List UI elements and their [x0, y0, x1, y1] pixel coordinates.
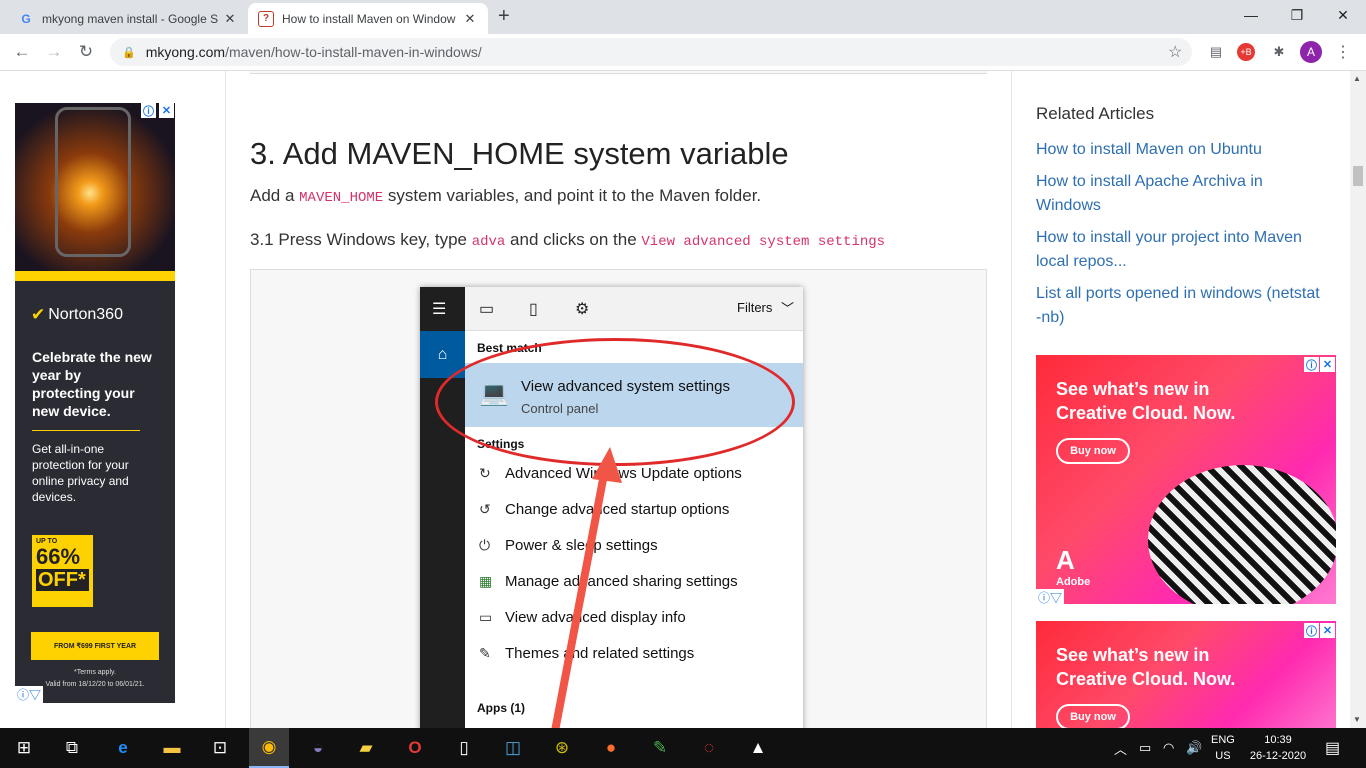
file-explorer-icon[interactable]: ▬	[152, 728, 192, 768]
store-icon[interactable]: ⊡	[200, 728, 240, 768]
clock-time: 10:39	[1264, 734, 1292, 746]
sticky-notes-icon[interactable]: ▰	[346, 728, 386, 768]
app-refresh-icon[interactable]: ◌	[689, 728, 729, 768]
page-content: ⓘ ✕ ✔ Norton360 Celebrate the new year b…	[0, 71, 1350, 728]
task-view-icon[interactable]: ⧉	[52, 728, 92, 768]
maximize-button[interactable]: ❐	[1274, 0, 1320, 30]
forward-button[interactable]: →	[40, 38, 68, 66]
wifi-icon[interactable]: ◠	[1163, 728, 1174, 768]
clock[interactable]: 10:39 26-12-2020	[1246, 732, 1310, 764]
eclipse-icon[interactable]: ◒	[298, 728, 338, 768]
tab-maven-article[interactable]: ? How to install Maven on Window ✕	[248, 3, 488, 34]
content-right-border	[1011, 71, 1012, 728]
minimize-button[interactable]: —	[1228, 0, 1274, 30]
lang-label: ENG	[1211, 734, 1235, 746]
opera-icon[interactable]: O	[395, 728, 435, 768]
notepad-plus-icon[interactable]: ✎	[640, 728, 680, 768]
ad-info-icon[interactable]: ⓘ	[1304, 623, 1319, 638]
profile-avatar[interactable]: A	[1300, 41, 1322, 63]
adchoices-icon[interactable]: ⓘ▽	[1036, 589, 1065, 606]
buy-now-button[interactable]: Buy now	[1056, 704, 1130, 728]
app-orange-icon[interactable]: ●	[591, 728, 631, 768]
ad-artwork-image	[1148, 465, 1336, 604]
app-gear-icon[interactable]: ⊛	[542, 728, 582, 768]
ad-headline: See what’s new in Creative Cloud. Now.	[1056, 645, 1236, 689]
new-tab-button[interactable]: +	[498, 5, 510, 28]
ad-headline: See what’s new in Creative Cloud. Now.	[1056, 379, 1236, 423]
tab-title: mkyong maven install - Google S	[42, 11, 219, 26]
related-link[interactable]: How to install your project into Maven l…	[1036, 226, 1326, 274]
ad-close-icon[interactable]: ✕	[1320, 623, 1335, 638]
close-tab-icon[interactable]: ✕	[222, 11, 238, 27]
volume-icon[interactable]: 🔊	[1186, 728, 1202, 768]
tray-chevron-up-icon[interactable]: ︿	[1114, 728, 1127, 768]
scrollbar-thumb[interactable]	[1353, 166, 1363, 186]
related-link[interactable]: How to install Apache Archiva in Windows	[1036, 170, 1326, 218]
battery-icon[interactable]: ▭	[1139, 728, 1151, 768]
clock-date: 26-12-2020	[1249, 750, 1307, 762]
adobe-ad[interactable]: See what’s new in Creative Cloud. Now. B…	[1036, 621, 1336, 728]
bookmark-star-icon[interactable]: ☆	[1168, 42, 1182, 62]
close-tab-icon[interactable]: ✕	[462, 11, 478, 27]
chrome-icon[interactable]: ◉	[249, 728, 289, 768]
extension-doc-icon[interactable]: ▤	[1205, 41, 1227, 63]
menu-kebab-icon[interactable]: ⋮	[1332, 41, 1354, 63]
extension-red-icon[interactable]: +B	[1237, 43, 1255, 61]
notifications-icon[interactable]: ▤	[1325, 728, 1340, 768]
google-icon: G	[21, 11, 31, 26]
app-bracket-icon[interactable]: ◫	[493, 728, 533, 768]
tab-title: How to install Maven on Window	[282, 11, 456, 26]
lock-icon: 🔒	[122, 46, 136, 59]
buy-now-button[interactable]: Buy now	[1056, 438, 1130, 464]
extensions-puzzle-icon[interactable]: ✱	[1268, 41, 1290, 63]
adobe-logo-icon: A	[1056, 545, 1075, 575]
address-bar[interactable]: 🔒 mkyong.com /maven/how-to-install-maven…	[110, 38, 1192, 66]
back-button[interactable]: ←	[8, 38, 36, 66]
reload-button[interactable]: ↻	[72, 38, 100, 66]
language-indicator[interactable]: ENG US	[1211, 732, 1235, 764]
windows-taskbar: ⊞ ⧉ e ▬ ⊡ ◉ ◒ ▰ O ▯ ◫ ⊛ ● ✎ ◌ ▲ ︿ ▭ ◠ 🔊 …	[0, 728, 1366, 768]
photos-icon[interactable]: ▲	[738, 728, 778, 768]
related-link[interactable]: How to install Maven on Ubuntu	[1036, 138, 1326, 162]
mkyong-favicon-icon: ?	[258, 10, 274, 27]
related-link[interactable]: List all ports opened in windows (netsta…	[1036, 282, 1326, 330]
ad-info-icon[interactable]: ⓘ	[1304, 357, 1319, 372]
notepad-icon[interactable]: ▯	[444, 728, 484, 768]
scroll-up-icon[interactable]: ▲	[1353, 74, 1361, 83]
red-arrow-annotation	[551, 447, 622, 728]
adobe-label: Adobe	[1056, 576, 1091, 588]
edge-icon[interactable]: e	[103, 728, 143, 768]
adobe-ad[interactable]: See what’s new in Creative Cloud. Now. B…	[1036, 355, 1336, 604]
ad-close-icon[interactable]: ✕	[1320, 357, 1335, 372]
tab-google-search[interactable]: G mkyong maven install - Google S ✕	[8, 3, 248, 34]
start-windows-icon[interactable]: ⊞	[4, 728, 44, 768]
tab-strip: G mkyong maven install - Google S ✕ ? Ho…	[0, 0, 1366, 34]
close-window-button[interactable]: ✕	[1320, 0, 1366, 30]
url-path: /maven/how-to-install-maven-in-windows/	[225, 44, 482, 60]
related-articles-title: Related Articles	[1036, 104, 1155, 123]
scroll-down-icon[interactable]: ▼	[1353, 715, 1361, 724]
region-label: US	[1215, 750, 1231, 762]
url-host: mkyong.com	[145, 44, 226, 60]
